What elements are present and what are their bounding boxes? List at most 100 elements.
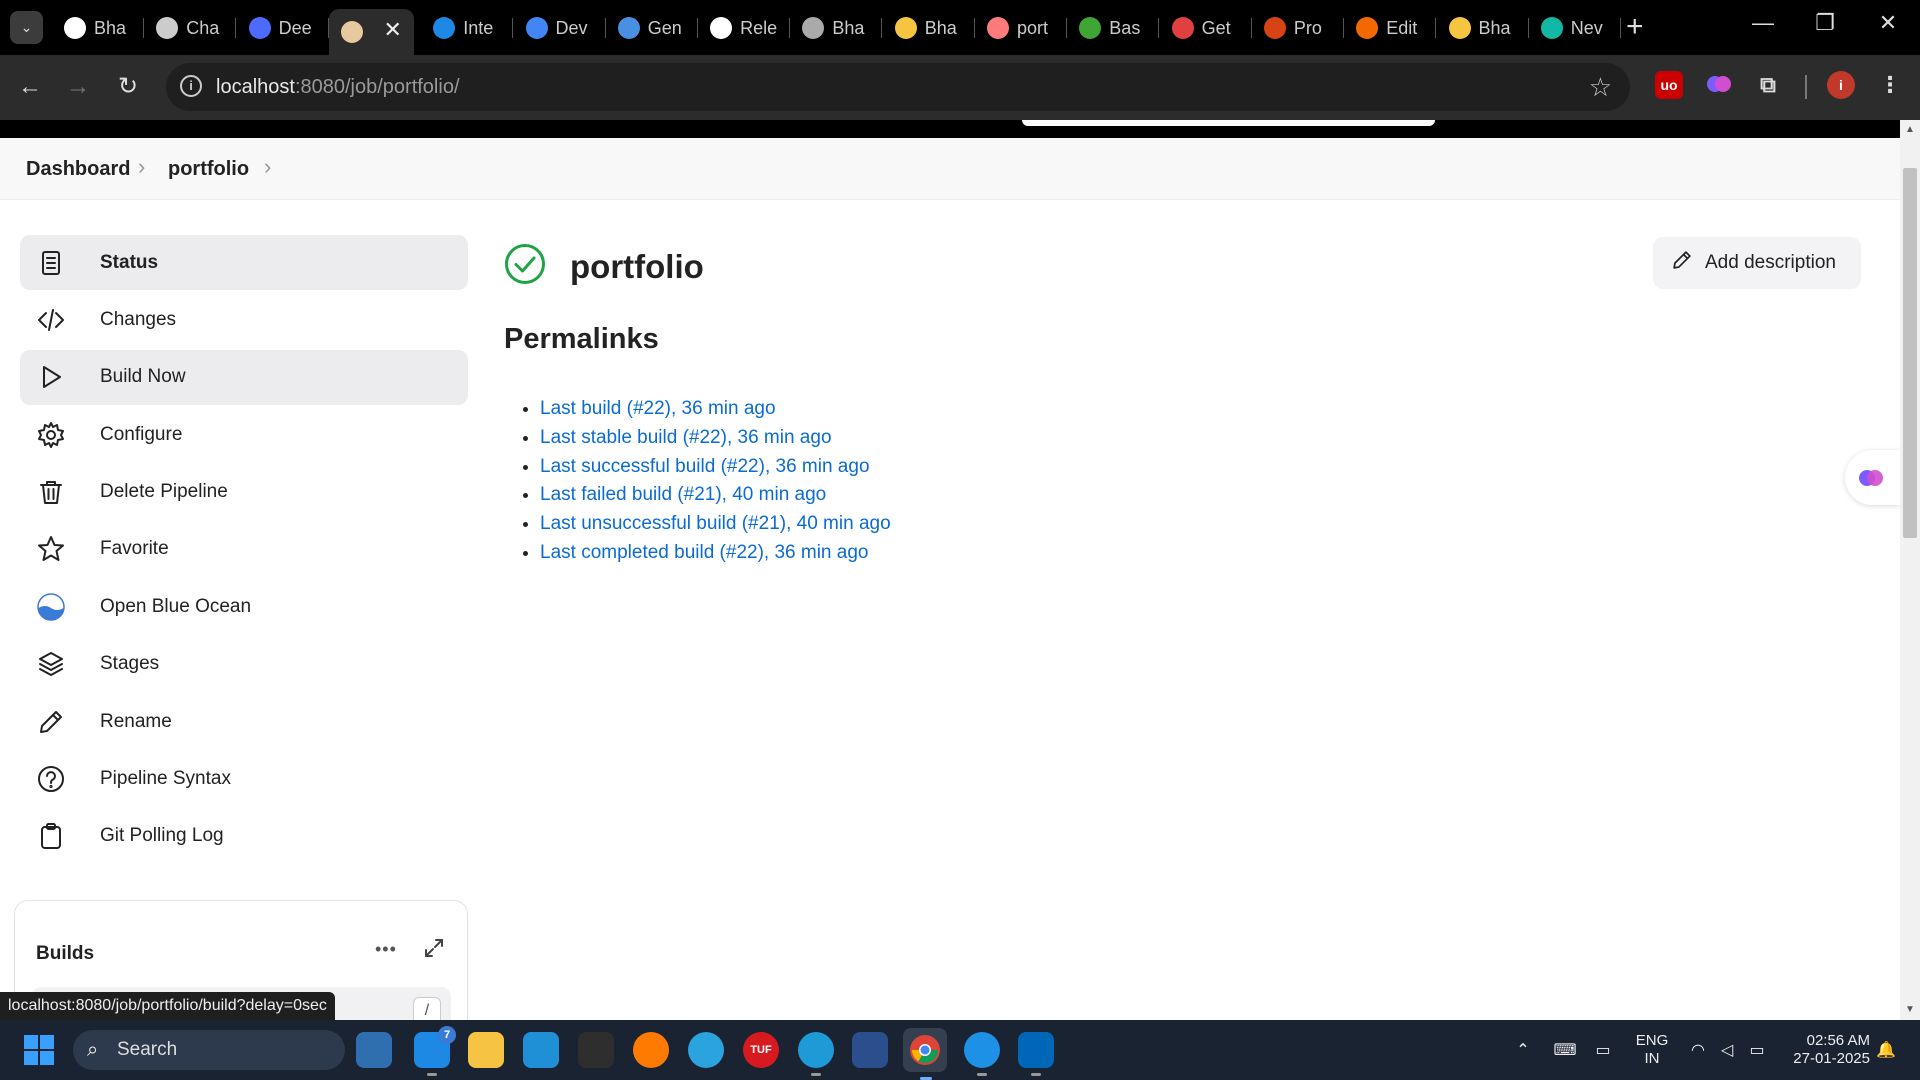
virtualbox-icon[interactable]: [852, 1032, 888, 1068]
browser-menu-icon[interactable]: ⋮: [1876, 71, 1904, 99]
browser-tab[interactable]: Bha: [883, 9, 975, 47]
toolbar-divider: [1805, 75, 1807, 99]
sidebar-item-favorite[interactable]: Favorite: [20, 522, 468, 577]
touchpad-icon[interactable]: ▭: [1588, 1020, 1618, 1080]
brain-extension-icon[interactable]: [1705, 71, 1733, 99]
sidebar-item-pipeline-syntax[interactable]: Pipeline Syntax: [20, 752, 468, 807]
sidebar-item-status[interactable]: Status: [20, 235, 468, 290]
sidebar-item-stages[interactable]: Stages: [20, 637, 468, 692]
browser-tab[interactable]: Edit: [1344, 9, 1437, 47]
wifi-icon[interactable]: ◠: [1684, 1020, 1712, 1080]
docs-icon: [525, 17, 548, 39]
browser-tab[interactable]: Dev: [514, 9, 606, 47]
file-explorer-icon[interactable]: [468, 1032, 504, 1068]
browser-tab[interactable]: Bha: [790, 9, 883, 47]
chrome-icon[interactable]: [903, 1028, 947, 1080]
mail-app-icon[interactable]: 7: [414, 1026, 456, 1076]
profile-avatar[interactable]: i: [1827, 71, 1855, 99]
tuf-icon[interactable]: TUF: [743, 1032, 779, 1068]
url-text[interactable]: localhost:8080/job/portfolio/: [216, 76, 460, 99]
ai-assistant-button[interactable]: [1845, 450, 1900, 505]
permalink-last-failed-build[interactable]: Last failed build (#21), 40 min ago: [540, 484, 826, 505]
browser-tab[interactable]: Dee: [237, 9, 329, 47]
jenkins-header: [0, 120, 1900, 138]
windows-start-icon[interactable]: [24, 1035, 54, 1065]
ublock-extension-icon[interactable]: uo: [1655, 71, 1683, 99]
page-scrollbar[interactable]: ▲ ▼: [1900, 120, 1920, 1020]
edge-icon[interactable]: [798, 1032, 834, 1076]
sidebar-item-label: Status: [100, 251, 159, 273]
sidebar-item-git-polling-log[interactable]: Git Polling Log: [20, 809, 468, 864]
permalink-last-stable-build[interactable]: Last stable build (#22), 36 min ago: [540, 427, 832, 448]
sidebar-item-delete-pipeline[interactable]: Delete Pipeline: [20, 465, 468, 520]
header-search-box[interactable]: [1022, 120, 1435, 126]
breadcrumb-separator[interactable]: ›: [264, 154, 271, 180]
bookmark-star-icon[interactable]: ☆: [1589, 72, 1612, 103]
forward-button[interactable]: →: [58, 67, 98, 107]
browser-tab[interactable]: ✕: [328, 9, 414, 55]
scroll-up-icon[interactable]: ▲: [1905, 124, 1915, 135]
browser-tab[interactable]: Nev: [1529, 9, 1621, 47]
language-indicator[interactable]: ENG IN: [1632, 1032, 1672, 1068]
browser-tab[interactable]: Rele: [698, 9, 791, 47]
builds-title: Builds: [36, 943, 95, 964]
browser-tab[interactable]: Cha: [144, 9, 237, 47]
add-description-button[interactable]: Add description: [1653, 237, 1861, 289]
browser-tab[interactable]: port: [975, 9, 1067, 47]
permalink-last-build[interactable]: Last build (#22), 36 min ago: [540, 398, 776, 419]
browser-tab[interactable]: Bas: [1067, 9, 1160, 47]
address-bar[interactable]: i localhost:8080/job/portfolio/ ☆: [166, 63, 1630, 111]
tab-search-button[interactable]: ⌄: [10, 11, 43, 44]
browser-tab[interactable]: Gen: [606, 9, 698, 47]
sidebar-item-open-blue-ocean[interactable]: Open Blue Ocean: [20, 579, 468, 634]
taskbar-search-box[interactable]: ⌕ Search: [73, 1030, 345, 1070]
list-item: Last stable build (#22), 36 min ago: [540, 424, 891, 453]
browser-tab[interactable]: Inte: [421, 9, 514, 47]
browser-tab[interactable]: Bha: [1437, 9, 1529, 47]
code-icon: [36, 305, 66, 335]
minimize-window-icon[interactable]: —: [1743, 10, 1783, 36]
permalink-last-unsuccessful-build[interactable]: Last unsuccessful build (#21), 40 min ag…: [540, 513, 891, 534]
sidebar-item-configure[interactable]: Configure: [20, 407, 468, 462]
remote-desktop-icon[interactable]: [523, 1032, 559, 1068]
back-button[interactable]: ←: [10, 67, 50, 107]
sidebar-item-changes[interactable]: Changes: [20, 292, 468, 347]
taskbar-clock[interactable]: 02:56 AM 27-01-2025: [1780, 1032, 1870, 1068]
permalink-last-completed-build[interactable]: Last completed build (#22), 36 min ago: [540, 542, 868, 563]
breadcrumb-dashboard[interactable]: Dashboard: [26, 158, 130, 181]
expand-icon[interactable]: [423, 937, 447, 961]
site-info-icon[interactable]: i: [180, 75, 202, 97]
reload-button[interactable]: ↻: [108, 67, 148, 107]
permalink-last-successful-build[interactable]: Last successful build (#22), 36 min ago: [540, 456, 870, 477]
volume-icon[interactable]: ◁: [1713, 1020, 1741, 1080]
sidebar-item-build-now[interactable]: Build Now: [20, 349, 468, 405]
sidebar-item-label: Changes: [100, 308, 177, 330]
browser-tab[interactable]: Pro: [1252, 9, 1344, 47]
notifications-bell-icon[interactable]: 🔔: [1872, 1020, 1900, 1080]
sidebar-item-label: Open Blue Ocean: [100, 595, 252, 617]
show-hidden-icons-icon[interactable]: ⌃: [1510, 1020, 1536, 1080]
extensions-puzzle-icon[interactable]: ⧉: [1754, 71, 1782, 99]
battery-icon[interactable]: ▭: [1742, 1020, 1772, 1080]
tab-title: Pro: [1293, 17, 1322, 38]
telegram-icon[interactable]: [688, 1032, 724, 1068]
firefox-icon[interactable]: [633, 1032, 669, 1068]
close-tab-icon[interactable]: ✕: [383, 17, 401, 43]
face-icon: [1171, 17, 1194, 39]
copilot-icon[interactable]: [356, 1032, 392, 1068]
keyboard-icon[interactable]: ⌨: [1550, 1020, 1580, 1080]
tab-title: Dev: [555, 17, 588, 38]
docker-icon[interactable]: [964, 1032, 1000, 1076]
browser-tab[interactable]: Bha: [52, 9, 144, 47]
breadcrumb-portfolio[interactable]: portfolio: [168, 158, 249, 181]
close-window-icon[interactable]: ✕: [1868, 10, 1908, 36]
browser-tab[interactable]: Get: [1160, 9, 1252, 47]
more-options-icon[interactable]: •••: [375, 939, 397, 960]
new-tab-button[interactable]: +: [1626, 10, 1644, 44]
sidebar-item-rename[interactable]: Rename: [20, 694, 468, 749]
scroll-down-icon[interactable]: ▼: [1905, 1004, 1915, 1015]
restore-window-icon[interactable]: ❐: [1805, 10, 1845, 36]
armoury-crate-icon[interactable]: [578, 1032, 614, 1068]
vscode-icon[interactable]: [1018, 1032, 1054, 1076]
scrollbar-thumb[interactable]: [1903, 168, 1917, 538]
